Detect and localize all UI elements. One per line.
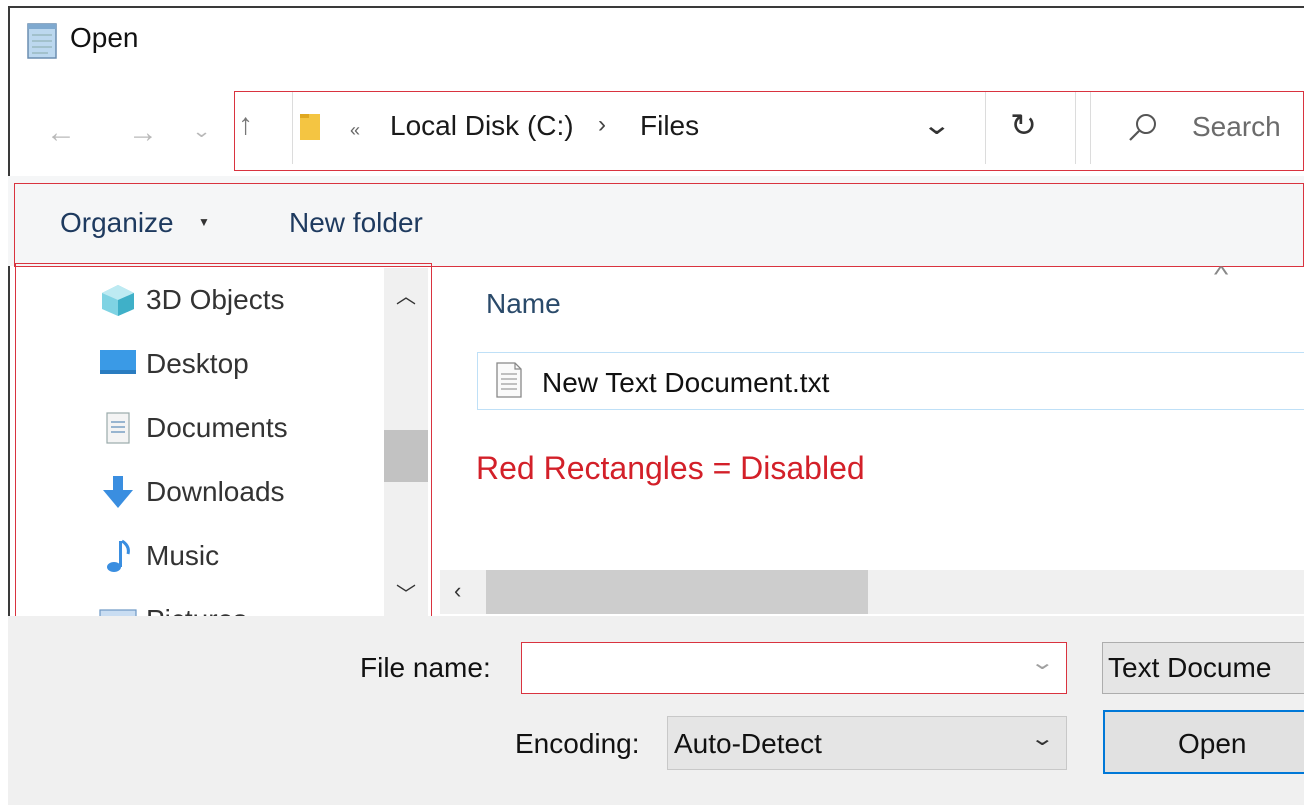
forward-arrow-icon[interactable]: → (128, 118, 158, 148)
window-title: Open (70, 22, 139, 53)
nav-item-desktop[interactable]: Desktop (10, 334, 390, 390)
music-icon (107, 539, 130, 572)
annotation-note: Red Rectangles = Disabled (476, 450, 865, 486)
breadcrumb-overflow-icon[interactable]: « (350, 120, 360, 141)
refresh-icon[interactable]: ↻ (1010, 106, 1037, 144)
recent-locations-chevron-icon[interactable]: ⌄ (192, 122, 212, 140)
breadcrumb-separator-icon: › (598, 111, 606, 138)
search-icon (1129, 114, 1156, 141)
nav-item-downloads[interactable]: Downloads (10, 462, 390, 518)
encoding-label: Encoding: (515, 728, 640, 759)
breadcrumb-files[interactable]: Files (640, 110, 699, 142)
new-folder-button[interactable]: New folder (289, 207, 423, 239)
nav-item-label: Desktop (146, 348, 249, 379)
encoding-dropdown-chevron-icon[interactable]: ⌄ (1030, 726, 1055, 751)
3d-objects-icon (102, 285, 134, 316)
address-dropdown-chevron-icon[interactable]: ⌄ (921, 108, 952, 141)
scroll-up-chevron-icon[interactable]: ︿ (396, 280, 416, 309)
nav-item-label: Documents (146, 412, 288, 443)
nav-item-pictures[interactable]: Pictures (10, 590, 390, 616)
scroll-left-chevron-icon[interactable]: ‹ (454, 578, 461, 604)
name-column-header[interactable]: Name (486, 288, 561, 320)
nav-item-documents[interactable]: Documents (10, 398, 390, 454)
search-input[interactable]: Search (1192, 111, 1281, 143)
breadcrumb-local-disk[interactable]: Local Disk (C:) (390, 110, 574, 142)
text-file-icon (496, 362, 522, 398)
nav-item-label: Downloads (146, 476, 285, 507)
file-list-horizontal-scrollbar[interactable]: ‹ (440, 570, 1304, 614)
notepad-icon (27, 23, 57, 59)
nav-item-label: Pictures (146, 604, 247, 616)
nav-item-3d-objects[interactable]: 3D Objects (10, 270, 390, 326)
scroll-down-chevron-icon[interactable]: ﹀ (396, 578, 416, 607)
nav-pane-vertical-scrollbar[interactable]: ︿ ﹀ (384, 268, 428, 616)
file-name-dropdown-chevron-icon[interactable]: ⌄ (1030, 650, 1055, 675)
file-type-value: Text Docume (1108, 652, 1272, 683)
organize-caret-icon: ▼ (198, 215, 210, 229)
scrollbar-thumb[interactable] (486, 570, 868, 614)
file-name[interactable]: New Text Document.txt (542, 367, 829, 399)
sort-ascending-chevron-icon: ^ (1213, 262, 1229, 287)
nav-item-label: Music (146, 540, 220, 571)
organize-button[interactable]: Organize (60, 207, 174, 239)
nav-item-label: 3D Objects (146, 284, 285, 315)
encoding-value: Auto-Detect (674, 728, 822, 759)
navigation-pane: 3D Objects Desktop Documents Downloads M… (10, 268, 430, 616)
downloads-icon (103, 476, 133, 508)
pictures-icon (99, 609, 137, 616)
scrollbar-thumb[interactable] (384, 430, 428, 482)
back-arrow-icon[interactable]: ← (46, 118, 76, 148)
up-arrow-icon[interactable]: ↑ (238, 108, 253, 142)
folder-icon (300, 114, 320, 140)
open-button-label: Open (1178, 728, 1247, 759)
documents-icon (106, 412, 130, 444)
nav-item-music[interactable]: Music (10, 526, 390, 582)
file-name-label: File name: (360, 652, 491, 683)
desktop-icon (100, 350, 136, 374)
file-name-input[interactable] (521, 642, 1067, 694)
